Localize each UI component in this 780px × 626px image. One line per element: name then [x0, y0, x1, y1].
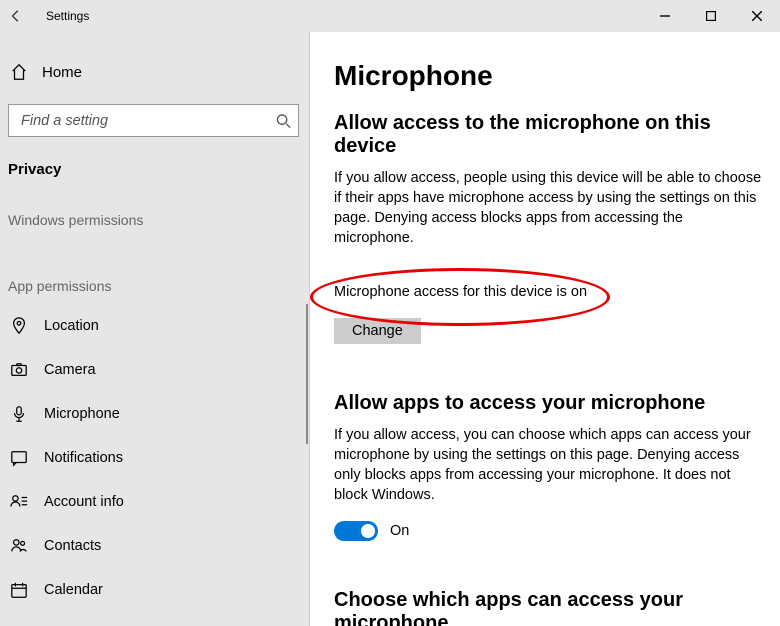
page-title: Microphone	[334, 60, 770, 92]
maximize-icon	[706, 11, 716, 21]
nav-scrollbar[interactable]	[306, 304, 308, 444]
close-button[interactable]	[734, 0, 780, 32]
account-info-icon	[10, 493, 28, 511]
nav-item-location[interactable]: Location	[0, 304, 309, 348]
home-button[interactable]: Home	[0, 52, 309, 92]
minimize-icon	[660, 11, 670, 21]
section-body-access-device: If you allow access, people using this d…	[334, 168, 764, 248]
title-bar: Settings	[0, 0, 780, 32]
nav-header-privacy[interactable]: Privacy	[0, 147, 309, 190]
section-title-access-device: Allow access to the microphone on this d…	[334, 112, 770, 158]
search-input[interactable]	[8, 104, 299, 137]
change-button[interactable]: Change	[334, 318, 421, 344]
nav-item-calendar[interactable]: Calendar	[0, 568, 309, 612]
nav-item-label: Notifications	[44, 450, 123, 466]
nav-group-app-permissions: App permissions	[0, 238, 309, 304]
app-title: Settings	[46, 9, 89, 23]
close-icon	[752, 11, 762, 21]
sidebar: Home Privacy Windows permissions App per…	[0, 32, 310, 626]
nav-item-label: Contacts	[44, 538, 101, 554]
nav-item-notifications[interactable]: Notifications	[0, 436, 309, 480]
allow-apps-toggle[interactable]	[334, 521, 378, 541]
minimize-button[interactable]	[642, 0, 688, 32]
nav-item-microphone[interactable]: Microphone	[0, 392, 309, 436]
camera-icon	[10, 361, 28, 379]
toggle-knob	[361, 524, 375, 538]
home-label: Home	[42, 64, 82, 81]
back-arrow-icon	[9, 9, 23, 23]
nav-item-label: Microphone	[44, 406, 120, 422]
notifications-icon	[10, 449, 28, 467]
search-box[interactable]	[8, 104, 299, 137]
back-button[interactable]	[0, 0, 32, 32]
nav-item-account-info[interactable]: Account info	[0, 480, 309, 524]
nav-group-windows-permissions: Windows permissions	[0, 190, 309, 238]
nav-item-camera[interactable]: Camera	[0, 348, 309, 392]
window-controls	[642, 0, 780, 32]
mic-access-status: Microphone access for this device is on	[334, 284, 587, 300]
nav-item-label: Camera	[44, 362, 96, 378]
section-title-allow-apps: Allow apps to access your microphone	[334, 392, 770, 415]
section-title-choose-apps: Choose which apps can access your microp…	[334, 589, 770, 626]
nav-item-label: Calendar	[44, 582, 103, 598]
contacts-icon	[10, 537, 28, 555]
section-body-allow-apps: If you allow access, you can choose whic…	[334, 425, 764, 505]
microphone-icon	[10, 405, 28, 423]
nav-item-label: Location	[44, 318, 99, 334]
nav-item-contacts[interactable]: Contacts	[0, 524, 309, 568]
maximize-button[interactable]	[688, 0, 734, 32]
nav-list: Location Camera Microphone Notifications…	[0, 304, 309, 626]
location-icon	[10, 317, 28, 335]
nav-item-label: Account info	[44, 494, 124, 510]
home-icon	[10, 63, 28, 81]
calendar-icon	[10, 581, 28, 599]
content-pane: Microphone Allow access to the microphon…	[310, 32, 780, 626]
allow-apps-toggle-row: On	[334, 521, 770, 541]
toggle-label: On	[390, 523, 409, 539]
